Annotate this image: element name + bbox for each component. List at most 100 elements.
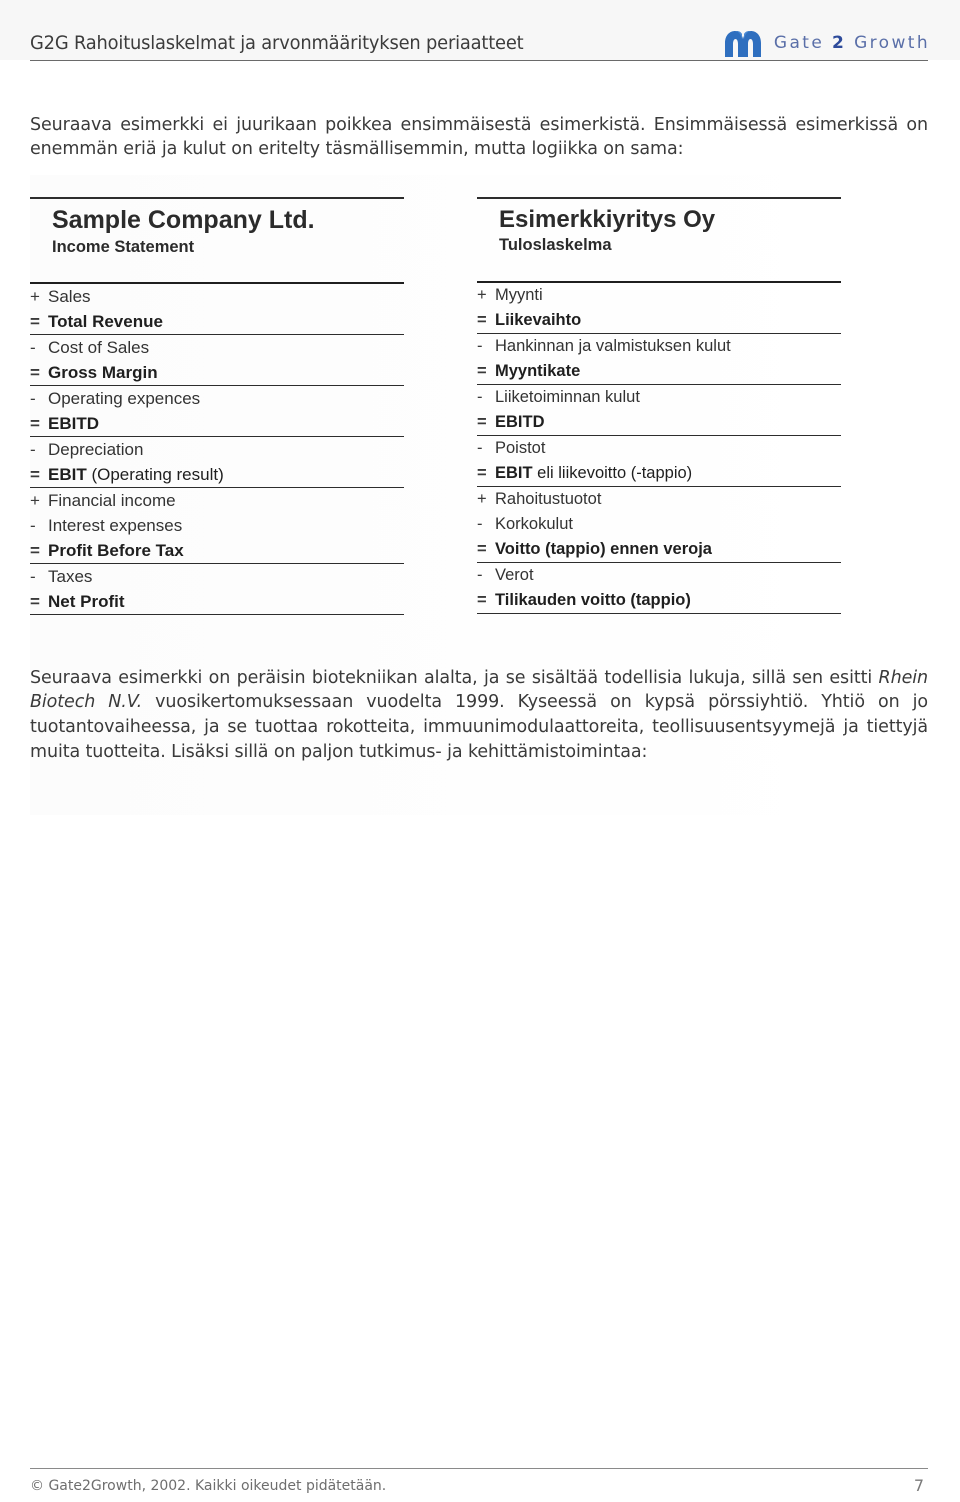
line-item-operator: + — [30, 287, 40, 307]
intro-paragraph: Seuraava esimerkki ei juurikaan poikkea … — [30, 114, 928, 160]
statement-line-item: = Tilikauden voitto (tappio) — [477, 588, 841, 613]
line-item-operator: - — [30, 389, 36, 409]
line-item-label: Hankinnan ja valmistuksen kulut — [495, 337, 731, 356]
line-item-label: Liiketoiminnan kulut — [495, 388, 640, 407]
line-item-label: Gross Margin — [48, 363, 158, 383]
page-footer: © Gate2Growth, 2002. Kaikki oikeudet pid… — [30, 1476, 928, 1495]
header-divider — [30, 60, 928, 61]
statement-rows: + Sales = Total Revenue - Cost of Sales = Gross… — [30, 284, 404, 616]
statement-line-item: - Poistot — [477, 436, 841, 461]
statement-line-item: - Liiketoiminnan kulut — [477, 385, 841, 410]
line-item-operator: = — [30, 312, 40, 332]
line-item-label: Cost of Sales — [48, 338, 150, 358]
line-item-operator: = — [30, 414, 40, 434]
line-item-label: Interest expenses — [48, 516, 183, 536]
line-item-operator: - — [477, 515, 483, 534]
line-item-label: Tilikauden voitto (tappio) — [495, 591, 691, 610]
footer-page-number: 7 — [913, 1476, 924, 1495]
line-item-operator: - — [30, 567, 36, 587]
line-item-label: Liikevaihto — [495, 311, 582, 330]
line-item-operator: - — [30, 338, 36, 358]
statement-title: Sample Company Ltd. — [52, 206, 315, 234]
statement-line-item: - Verot — [477, 563, 841, 588]
line-item-label: EBIT (Operating result) — [48, 465, 224, 485]
line-item-operator: - — [477, 566, 483, 585]
statement-line-item: - Operating expences — [30, 386, 404, 411]
line-item-label-suffix: (Operating result) — [86, 465, 224, 485]
line-item-label: Taxes — [48, 567, 93, 587]
line-item-label-suffix: eli liikevoitto (-tappio) — [532, 464, 693, 483]
line-item-label: Voitto (tappio) ennen veroja — [495, 540, 712, 559]
statement-line-item: + Sales — [30, 284, 404, 309]
statement-subtitle: Tuloslaskelma — [499, 236, 612, 255]
line-item-label: Depreciation — [48, 440, 144, 460]
statement-sample-company-ltd: Sample Company Ltd. Income Statement + Sa… — [30, 197, 404, 616]
line-item-label: Myynti — [495, 286, 543, 305]
statement-line-item: = Profit Before Tax — [30, 538, 404, 563]
line-item-operator: = — [477, 311, 487, 330]
statement-line-item: + Myynti — [477, 283, 841, 308]
statement-esimerkkiyritys-oy: Esimerkkiyritys Oy Tuloslaskelma + Myynti… — [477, 197, 841, 615]
statement-line-item: = Net Profit — [30, 589, 404, 614]
line-item-operator: - — [30, 440, 36, 460]
line-item-label: EBITD — [48, 414, 99, 434]
outro-paragraph: Seuraava esimerkki on peräisin bioteknii… — [30, 666, 928, 765]
outro-text-part1: Seuraava esimerkki on peräisin bioteknii… — [30, 667, 879, 688]
statement-line-item: - Hankinnan ja valmistuksen kulut — [477, 334, 841, 359]
line-item-label: Rahoitustuotot — [495, 490, 602, 509]
header-title: G2G Rahoituslaskelmat ja arvonmääritykse… — [30, 32, 524, 54]
line-item-operator: - — [477, 337, 483, 356]
line-item-label: Myyntikate — [495, 362, 581, 381]
line-item-operator: + — [30, 491, 40, 511]
line-item-operator: - — [477, 388, 483, 407]
line-item-label: Poistot — [495, 439, 546, 458]
statement-line-item: = Myyntikate — [477, 359, 841, 384]
line-item-operator: = — [477, 540, 487, 559]
statement-line-item: = EBIT eli liikevoitto (-tappio) — [477, 461, 841, 486]
statement-subtitle: Income Statement — [52, 237, 195, 256]
line-item-label: Net Profit — [48, 592, 125, 612]
statement-line-item: - Interest expenses — [30, 513, 404, 538]
footer-divider — [30, 1468, 928, 1469]
statement-line-item: - Korkokulut — [477, 512, 841, 537]
brand-text-gate: Gate — [773, 33, 825, 53]
statement-line-item: - Cost of Sales — [30, 335, 404, 360]
line-item-operator: = — [30, 465, 40, 485]
line-item-operator: + — [477, 490, 487, 509]
line-item-rule — [477, 613, 841, 615]
statement-line-item: = Gross Margin — [30, 360, 404, 385]
brand-text: Gate 2 Growth — [774, 33, 930, 53]
outro-text-part2: vuosikertomuksessaan vuodelta 1999. Kyse… — [30, 692, 928, 763]
income-statements-comparison: Sample Company Ltd. Income Statement + Sa… — [30, 197, 928, 622]
line-item-operator: = — [477, 591, 487, 610]
statement-top-rule — [477, 197, 841, 199]
line-item-label: EBITD — [495, 413, 545, 432]
statement-rows: + Myynti = Liikevaihto - Hankinnan ja valmist… — [477, 283, 841, 615]
line-item-label: Korkokulut — [495, 515, 573, 534]
page-header: G2G Rahoituslaskelmat ja arvonmääritykse… — [30, 22, 930, 64]
line-item-operator: = — [30, 363, 40, 383]
statement-line-item: = EBITD — [477, 410, 841, 435]
line-item-label: Operating expences — [48, 389, 201, 409]
statement-line-item: = Voitto (tappio) ennen veroja — [477, 537, 841, 562]
line-item-operator: - — [477, 439, 483, 458]
line-item-operator: - — [30, 516, 36, 536]
line-item-operator: = — [477, 362, 487, 381]
statement-top-rule — [30, 197, 404, 199]
footer-copyright: © Gate2Growth, 2002. Kaikki oikeudet pid… — [30, 1477, 387, 1494]
statement-line-item: = EBIT (Operating result) — [30, 462, 404, 487]
brand-text-growth: Growth — [854, 33, 930, 53]
statement-title: Esimerkkiyritys Oy — [499, 206, 716, 233]
statement-line-item: = Total Revenue — [30, 309, 404, 334]
brand-logo: Gate 2 Growth — [722, 28, 930, 58]
statement-line-item: + Financial income — [30, 488, 404, 513]
statement-line-item: = EBITD — [30, 411, 404, 436]
statement-line-item: = Liikevaihto — [477, 308, 841, 333]
brand-text-2: 2 — [832, 33, 847, 53]
line-item-label: Sales — [48, 287, 91, 307]
statement-line-item: + Rahoitustuotot — [477, 487, 841, 512]
line-item-rule — [30, 614, 404, 616]
statement-line-item: - Taxes — [30, 564, 404, 589]
line-item-operator: = — [30, 592, 40, 612]
line-item-label: Verot — [495, 566, 534, 585]
